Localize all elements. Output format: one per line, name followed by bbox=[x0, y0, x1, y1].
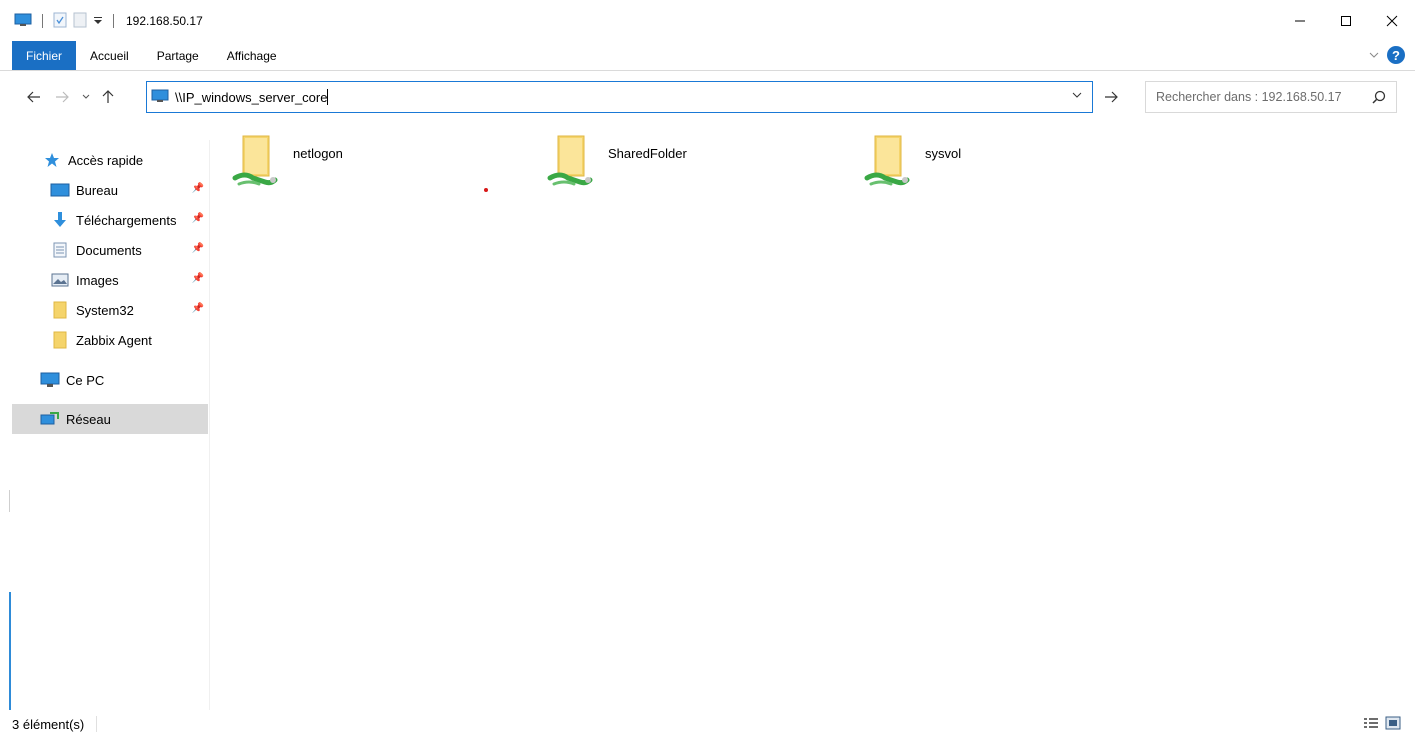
customize-toolbar-icon[interactable] bbox=[93, 14, 103, 28]
pin-icon[interactable]: 📌 bbox=[192, 213, 204, 224]
view-switcher bbox=[1363, 716, 1401, 733]
pin-icon[interactable]: 📌 bbox=[192, 303, 204, 314]
close-icon bbox=[1386, 15, 1398, 27]
pin-icon[interactable]: 📌 bbox=[192, 183, 204, 194]
shared-folder-icon bbox=[863, 132, 923, 192]
item-name: SharedFolder bbox=[608, 146, 687, 161]
sidebar-item-label: Ce PC bbox=[66, 372, 105, 388]
folder-icon bbox=[50, 301, 70, 319]
tab-partage[interactable]: Partage bbox=[143, 41, 213, 70]
up-arrow-icon bbox=[102, 90, 114, 103]
sidebar-item-bureau[interactable]: Bureau 📌 bbox=[12, 175, 208, 205]
address-bar[interactable]: \\IP_windows_server_core bbox=[146, 81, 1093, 113]
sidebar-item-label: Téléchargements bbox=[76, 212, 177, 228]
download-icon bbox=[50, 211, 70, 229]
item-name: netlogon bbox=[293, 146, 343, 161]
item-count: 3 élément(s) bbox=[12, 716, 85, 732]
list-item[interactable]: netlogon bbox=[231, 132, 531, 192]
forward-button[interactable] bbox=[50, 85, 74, 109]
list-item[interactable]: sysvol bbox=[863, 132, 1163, 192]
pin-icon[interactable]: 📌 bbox=[192, 273, 204, 284]
file-list: netlogon SharedFolder sysvol bbox=[211, 120, 1415, 710]
details-view-icon[interactable] bbox=[1363, 716, 1379, 733]
recent-locations-button[interactable] bbox=[74, 85, 98, 109]
text-cursor bbox=[327, 89, 329, 105]
computer-icon bbox=[14, 13, 32, 30]
sidebar-item-label: Documents bbox=[76, 242, 142, 258]
ribbon-right: ? bbox=[1369, 46, 1405, 64]
go-button[interactable] bbox=[1101, 87, 1121, 107]
sidebar-item-system32[interactable]: System32 📌 bbox=[12, 295, 208, 325]
search-input[interactable]: Rechercher dans : 192.168.50.17 bbox=[1156, 90, 1342, 104]
forward-arrow-icon bbox=[56, 91, 69, 103]
search-box[interactable]: Rechercher dans : 192.168.50.17 bbox=[1145, 81, 1397, 113]
shared-folder-icon bbox=[546, 132, 606, 192]
new-folder-icon[interactable] bbox=[73, 12, 87, 31]
up-button[interactable] bbox=[96, 85, 120, 109]
sidebar-item-label: Réseau bbox=[66, 411, 111, 427]
sidebar-item-zabbix-agent[interactable]: Zabbix Agent bbox=[12, 325, 208, 355]
arrow-right-icon bbox=[1105, 91, 1118, 103]
sidebar-item-label: Bureau bbox=[76, 182, 118, 198]
list-item[interactable]: SharedFolder bbox=[546, 132, 846, 192]
desktop-icon bbox=[50, 181, 70, 199]
separator bbox=[96, 716, 98, 732]
help-icon[interactable]: ? bbox=[1387, 46, 1405, 64]
computer-icon bbox=[40, 371, 60, 389]
sidebar-item-label: Accès rapide bbox=[68, 152, 144, 168]
address-history-dropdown[interactable] bbox=[1072, 90, 1082, 102]
maximize-icon bbox=[1341, 16, 1351, 26]
tab-accueil[interactable]: Accueil bbox=[76, 41, 143, 70]
search-icon[interactable] bbox=[1372, 90, 1386, 107]
address-input[interactable]: \\IP_windows_server_core bbox=[175, 90, 327, 105]
ribbon-tabs: Fichier Accueil Partage Affichage ? bbox=[0, 41, 1415, 71]
sidebar-item-telechargements[interactable]: Téléchargements 📌 bbox=[12, 205, 208, 235]
sidebar-item-label: System32 bbox=[76, 302, 134, 318]
chevron-down-icon bbox=[82, 94, 90, 99]
sidebar-item-acces-rapide[interactable]: Accès rapide bbox=[12, 145, 208, 175]
back-arrow-icon bbox=[27, 91, 40, 103]
document-icon bbox=[50, 241, 70, 259]
title-bar: 192.168.50.17 bbox=[0, 0, 1415, 42]
navigation-pane: Accès rapide Bureau 📌 Téléchargements 📌 … bbox=[0, 140, 210, 710]
expand-ribbon-icon[interactable] bbox=[1369, 48, 1379, 62]
sidebar-item-label: Zabbix Agent bbox=[76, 332, 152, 348]
window-controls bbox=[1277, 0, 1415, 42]
window-title: 192.168.50.17 bbox=[126, 14, 203, 28]
folder-icon bbox=[50, 331, 70, 349]
network-icon bbox=[40, 410, 60, 428]
navigation-bar: \\IP_windows_server_core Rechercher dans… bbox=[0, 79, 1415, 115]
minimize-button[interactable] bbox=[1277, 0, 1323, 42]
sidebar-item-label: Images bbox=[76, 272, 119, 288]
window-edge-mark bbox=[9, 490, 10, 512]
window-edge-highlight bbox=[9, 592, 11, 710]
tab-fichier[interactable]: Fichier bbox=[12, 41, 77, 70]
back-button[interactable] bbox=[22, 85, 46, 109]
large-icons-view-icon[interactable] bbox=[1385, 716, 1401, 733]
sidebar-item-reseau[interactable]: Réseau bbox=[12, 404, 208, 434]
pin-icon[interactable]: 📌 bbox=[192, 243, 204, 254]
minimize-icon bbox=[1295, 20, 1305, 22]
cursor-dot bbox=[484, 188, 488, 192]
computer-icon bbox=[151, 89, 169, 106]
separator bbox=[42, 14, 43, 28]
properties-icon[interactable] bbox=[53, 12, 67, 31]
tab-affichage[interactable]: Affichage bbox=[213, 41, 291, 70]
maximize-button[interactable] bbox=[1323, 0, 1369, 42]
images-icon bbox=[50, 271, 70, 289]
separator bbox=[113, 14, 114, 28]
close-button[interactable] bbox=[1369, 0, 1415, 42]
chevron-down-icon bbox=[1072, 92, 1082, 98]
star-icon bbox=[42, 151, 62, 169]
status-bar: 3 élément(s) bbox=[0, 710, 1415, 738]
quick-access-toolbar: 192.168.50.17 bbox=[0, 0, 203, 42]
shared-folder-icon bbox=[231, 132, 291, 192]
sidebar-item-documents[interactable]: Documents 📌 bbox=[12, 235, 208, 265]
item-name: sysvol bbox=[925, 146, 962, 161]
sidebar-item-images[interactable]: Images 📌 bbox=[12, 265, 208, 295]
sidebar-item-ce-pc[interactable]: Ce PC bbox=[12, 365, 208, 395]
